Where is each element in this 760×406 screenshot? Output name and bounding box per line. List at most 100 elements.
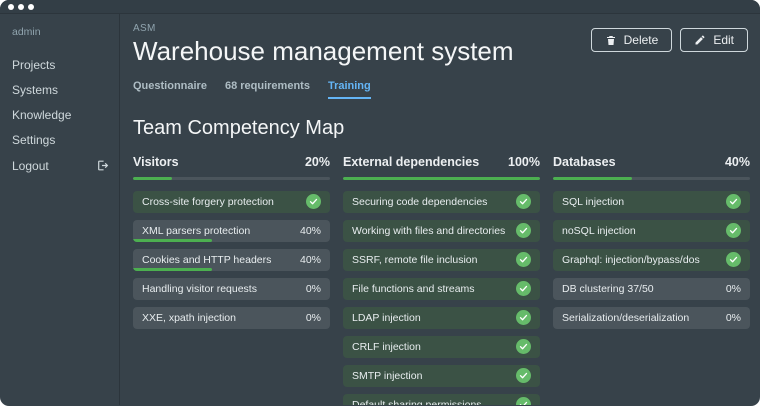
- section-title: Team Competency Map: [133, 117, 748, 140]
- tab-bar: Questionnaire 68 requirements Training: [133, 80, 748, 99]
- check-icon: [726, 223, 741, 238]
- edit-button[interactable]: Edit: [680, 28, 748, 52]
- sidebar-item-logout[interactable]: Logout: [0, 153, 119, 178]
- header-actions: Delete Edit: [591, 28, 748, 52]
- competency-item[interactable]: SMTP injection: [343, 365, 540, 387]
- competency-item-label: CRLF injection: [352, 341, 421, 353]
- check-icon: [516, 310, 531, 325]
- competency-item[interactable]: LDAP injection: [343, 307, 540, 329]
- competency-item[interactable]: Cross-site forgery protection: [133, 191, 330, 213]
- competency-item-label: File functions and streams: [352, 283, 475, 295]
- column-item-list: Securing code dependencies Working with …: [343, 191, 540, 405]
- competency-item-label: DB clustering 37/50: [562, 283, 654, 295]
- competency-item-label: LDAP injection: [352, 312, 421, 324]
- check-icon: [516, 281, 531, 296]
- column-progress-track: [133, 177, 330, 180]
- sidebar-item-systems[interactable]: Systems: [0, 78, 119, 103]
- column-percent: 100%: [508, 155, 540, 169]
- competency-item-percent: 0%: [726, 312, 741, 324]
- competency-item[interactable]: CRLF injection: [343, 336, 540, 358]
- app-window: admin ProjectsSystemsKnowledgeSettings L…: [0, 0, 760, 406]
- competency-item[interactable]: Graphql: injection/bypass/dos: [553, 249, 750, 271]
- competency-item[interactable]: File functions and streams: [343, 278, 540, 300]
- check-icon: [516, 223, 531, 238]
- competency-item[interactable]: Working with files and directories: [343, 220, 540, 242]
- column-percent: 40%: [725, 155, 750, 169]
- column-title: Databases: [553, 155, 616, 169]
- page-header: ASM Warehouse management system Delete: [133, 23, 748, 66]
- delete-button[interactable]: Delete: [591, 28, 673, 52]
- column-progress-fill: [343, 177, 540, 180]
- check-icon: [516, 194, 531, 209]
- check-icon: [516, 368, 531, 383]
- competency-item[interactable]: Serialization/deserialization 0%: [553, 307, 750, 329]
- sidebar-item-settings[interactable]: Settings: [0, 128, 119, 153]
- competency-item[interactable]: XXE, xpath injection 0%: [133, 307, 330, 329]
- column-item-list: SQL injection noSQL injection Graphql: i…: [553, 191, 750, 329]
- competency-item-label: Working with files and directories: [352, 225, 505, 237]
- window-control-dot[interactable]: [18, 4, 24, 10]
- window-titlebar: [0, 0, 760, 14]
- competency-item-label: XXE, xpath injection: [142, 312, 236, 324]
- column-progress-fill: [553, 177, 632, 180]
- competency-item[interactable]: Handling visitor requests 0%: [133, 278, 330, 300]
- pencil-icon: [694, 34, 706, 46]
- competency-item-label: Cookies and HTTP headers: [142, 254, 271, 266]
- competency-item[interactable]: DB clustering 37/50 0%: [553, 278, 750, 300]
- tab-68-requirements[interactable]: 68 requirements: [225, 80, 310, 99]
- competency-item[interactable]: XML parsers protection 40%: [133, 220, 330, 242]
- competency-column: Databases 40% SQL injection noSQL inject…: [553, 155, 750, 405]
- competency-column: Visitors 20% Cross-site forgery protecti…: [133, 155, 330, 405]
- competency-column: External dependencies 100% Securing code…: [343, 155, 540, 405]
- edit-button-label: Edit: [713, 33, 734, 47]
- sidebar: admin ProjectsSystemsKnowledgeSettings L…: [0, 14, 120, 405]
- competency-item[interactable]: Securing code dependencies: [343, 191, 540, 213]
- competency-item-label: XML parsers protection: [142, 225, 250, 237]
- item-progress-bar: [133, 268, 212, 271]
- sidebar-item-knowledge[interactable]: Knowledge: [0, 103, 119, 128]
- window-control-dot[interactable]: [28, 4, 34, 10]
- item-progress-bar: [133, 239, 212, 242]
- breadcrumb-app-label: ASM: [133, 23, 514, 34]
- column-progress-track: [343, 177, 540, 180]
- competency-item-percent: 40%: [300, 254, 321, 266]
- competency-item[interactable]: Default sharing permissions: [343, 394, 540, 405]
- column-percent: 20%: [305, 155, 330, 169]
- check-icon: [516, 397, 531, 405]
- competency-item[interactable]: SQL injection: [553, 191, 750, 213]
- column-progress-fill: [133, 177, 172, 180]
- check-icon: [726, 194, 741, 209]
- tab-questionnaire[interactable]: Questionnaire: [133, 80, 207, 99]
- competency-item-label: Handling visitor requests: [142, 283, 257, 295]
- check-icon: [516, 339, 531, 354]
- trash-icon: [605, 34, 617, 47]
- column-title: Visitors: [133, 155, 179, 169]
- sidebar-item-projects[interactable]: Projects: [0, 53, 119, 78]
- logout-icon: [96, 159, 109, 172]
- sidebar-nav: ProjectsSystemsKnowledgeSettings: [0, 53, 119, 153]
- check-icon: [516, 252, 531, 267]
- competency-item-percent: 0%: [306, 312, 321, 324]
- sidebar-username: admin: [0, 26, 119, 38]
- competency-columns: Visitors 20% Cross-site forgery protecti…: [133, 155, 748, 405]
- competency-item[interactable]: noSQL injection: [553, 220, 750, 242]
- delete-button-label: Delete: [624, 33, 659, 47]
- competency-item-label: Default sharing permissions: [352, 399, 482, 405]
- competency-item-label: SMTP injection: [352, 370, 422, 382]
- competency-item-label: Graphql: injection/bypass/dos: [562, 254, 700, 266]
- column-title: External dependencies: [343, 155, 479, 169]
- competency-item-label: Cross-site forgery protection: [142, 196, 274, 208]
- competency-item-label: SSRF, remote file inclusion: [352, 254, 477, 266]
- tab-training[interactable]: Training: [328, 80, 371, 99]
- check-icon: [726, 252, 741, 267]
- competency-item-label: Securing code dependencies: [352, 196, 487, 208]
- main-content: ASM Warehouse management system Delete: [120, 14, 760, 405]
- competency-item-label: noSQL injection: [562, 225, 636, 237]
- competency-item-label: Serialization/deserialization: [562, 312, 689, 324]
- competency-item[interactable]: SSRF, remote file inclusion: [343, 249, 540, 271]
- competency-item-percent: 40%: [300, 225, 321, 237]
- competency-item-percent: 0%: [726, 283, 741, 295]
- competency-item[interactable]: Cookies and HTTP headers 40%: [133, 249, 330, 271]
- column-item-list: Cross-site forgery protection XML parser…: [133, 191, 330, 329]
- window-control-dot[interactable]: [8, 4, 14, 10]
